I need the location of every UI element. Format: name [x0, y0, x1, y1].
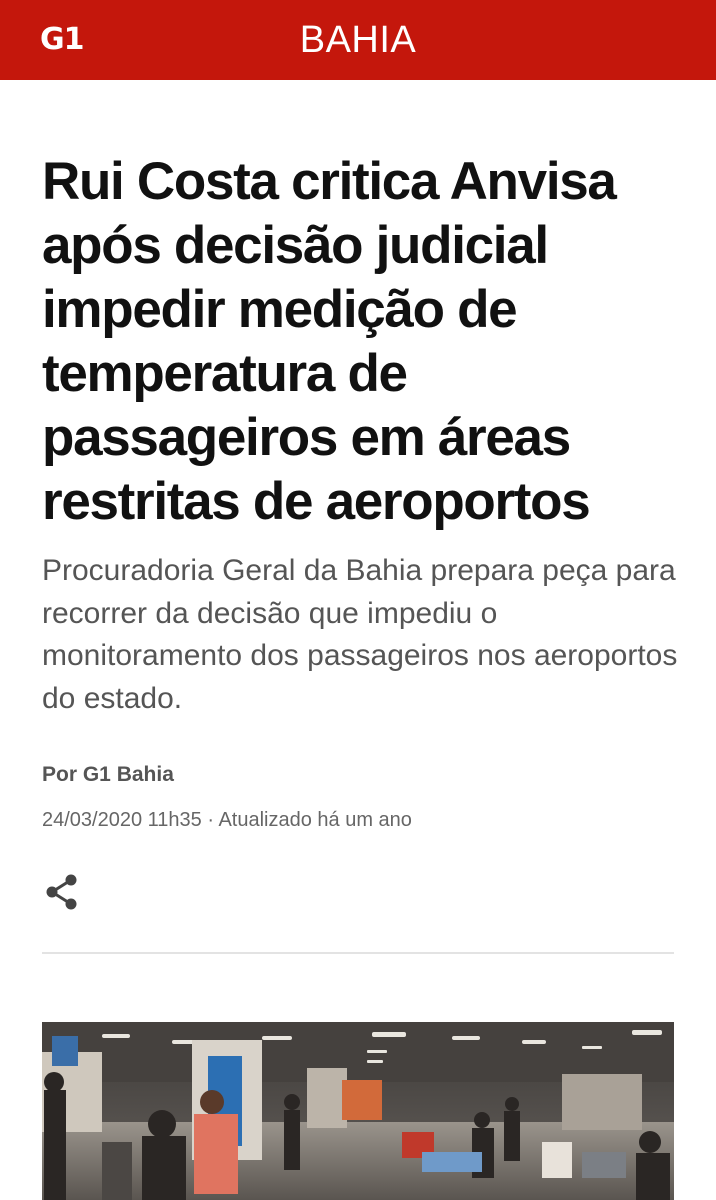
- article-subtitle: Procuradoria Geral da Bahia prepara peça…: [42, 554, 678, 715]
- article-dates: 24/03/2020 11h35 · Atualizado há um ano: [42, 809, 412, 831]
- divider: [42, 952, 674, 954]
- top-header: G1 BAHIA: [0, 0, 716, 80]
- share-icon: [46, 874, 77, 910]
- article-author: Por G1 Bahia: [42, 763, 174, 786]
- airport-photo[interactable]: [42, 1022, 674, 1200]
- airport-photo-drawing: [42, 1022, 674, 1200]
- article-title: Rui Costa critica Anvisa após decisão ju…: [42, 152, 617, 531]
- share-button[interactable]: [42, 872, 82, 912]
- section-title[interactable]: BAHIA: [0, 0, 716, 80]
